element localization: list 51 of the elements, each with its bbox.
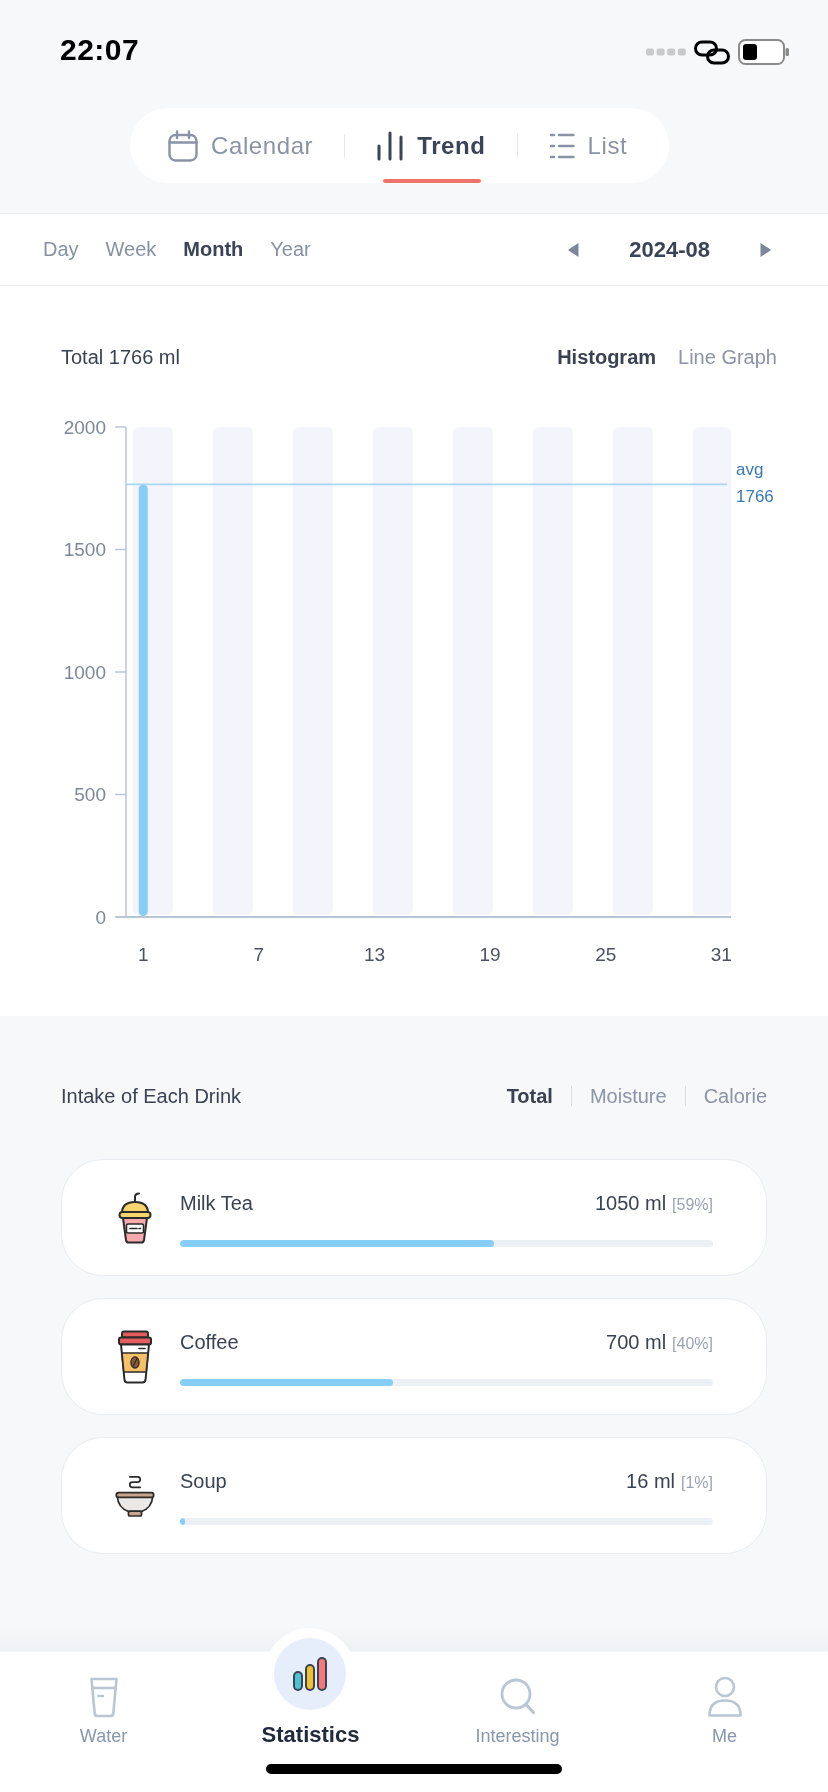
- tab-bar-item[interactable]: Me: [704, 1676, 745, 1748]
- view-tab[interactable]: List: [548, 108, 628, 183]
- drink-name: Milk Tea: [180, 1192, 253, 1215]
- x-tick-label: 1: [138, 943, 149, 965]
- x-tick-label: 7: [253, 943, 265, 965]
- milk-tea-cup-icon: [117, 1191, 153, 1244]
- view-tab[interactable]: Calendar: [168, 108, 314, 183]
- bar-lines-icon: [376, 130, 405, 161]
- average-label: avg 1766: [736, 459, 775, 509]
- drink-amount: 1050 ml: [594, 1192, 667, 1215]
- current-month: 2024-08: [629, 236, 710, 263]
- list-icon: [548, 131, 575, 160]
- chart-type-tab[interactable]: Histogram: [557, 345, 657, 369]
- period-tab[interactable]: Month: [183, 238, 244, 261]
- previous-arrow-icon[interactable]: [568, 241, 580, 258]
- x-tick-label: 19: [479, 943, 501, 965]
- total-label: Total 1766 ml: [61, 345, 180, 369]
- period-tab[interactable]: Day: [43, 238, 79, 261]
- drink-share: [40%]: [672, 1335, 713, 1353]
- x-tick-label: 13: [363, 943, 386, 965]
- y-tick-label: 1500: [63, 539, 106, 561]
- coffee-cup-icon: [117, 1329, 153, 1384]
- view-tab[interactable]: Trend: [376, 108, 486, 183]
- metric-tab[interactable]: Calorie: [703, 1084, 767, 1108]
- metric-tab[interactable]: Moisture: [589, 1084, 667, 1108]
- chart-type-tab[interactable]: Line Graph: [678, 345, 777, 369]
- link-icon: [694, 39, 730, 65]
- drink-name: Soup: [180, 1470, 227, 1493]
- y-tick-label: 0: [95, 906, 106, 928]
- drink-share: [59%]: [672, 1196, 713, 1214]
- x-tick-label: 31: [710, 943, 732, 965]
- metric-tab[interactable]: Total: [506, 1084, 553, 1108]
- tab-bar-item[interactable]: Statistics: [261, 1627, 360, 1748]
- section-title: Intake of Each Drink: [61, 1084, 242, 1108]
- next-arrow-icon[interactable]: [760, 241, 771, 258]
- y-tick-label: 500: [74, 784, 106, 806]
- y-tick-label: 1000: [63, 661, 106, 683]
- calendar-icon: [168, 129, 198, 162]
- period-tab[interactable]: Year: [270, 238, 311, 261]
- x-tick-label: 25: [595, 943, 617, 965]
- drink-amount: 16 ml: [626, 1470, 675, 1493]
- battery-icon: [738, 39, 790, 65]
- tab-bar-item[interactable]: Interesting: [475, 1676, 560, 1748]
- tab-bar-item[interactable]: Water: [79, 1676, 128, 1748]
- drink-amount: 700 ml: [606, 1331, 667, 1354]
- y-tick-label: 2000: [63, 416, 106, 438]
- period-tab[interactable]: Week: [105, 238, 157, 261]
- drink-name: Coffee: [180, 1331, 239, 1354]
- drink-share: [1%]: [681, 1474, 713, 1492]
- status-time: 22:07: [60, 33, 140, 67]
- signal-icon: [646, 48, 686, 56]
